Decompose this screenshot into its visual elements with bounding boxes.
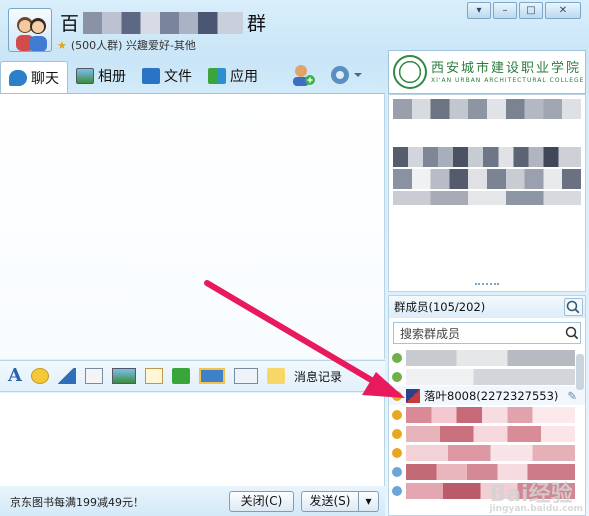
font-icon[interactable]: A — [8, 367, 22, 385]
members-header: 群成员(105/202) — [389, 296, 585, 318]
bottom-bar: 京东图书每满199减49元！ 关闭(C) 发送(S) ▾ — [0, 487, 385, 516]
tab-chat[interactable]: 聊天 — [0, 61, 68, 93]
close-button[interactable]: 关闭(C) — [229, 491, 294, 512]
member-role-icon — [392, 466, 402, 477]
members-count: 群成员(105/202) — [394, 300, 486, 314]
music-icon[interactable] — [171, 368, 190, 384]
member-star-icon — [392, 390, 402, 401]
message-history-button[interactable]: 消息记录 — [294, 368, 342, 385]
member-search-field[interactable]: 搜索群成员 — [393, 322, 581, 344]
send-button[interactable]: 发送(S) — [301, 491, 359, 512]
resize-handle[interactable] — [475, 283, 499, 289]
tab-apps[interactable]: 应用 — [200, 61, 266, 91]
member-row[interactable] — [389, 367, 585, 386]
tab-label: 应用 — [230, 69, 258, 85]
pixelated-notice-text — [393, 169, 581, 189]
member-row[interactable] — [389, 348, 585, 367]
photo-album-icon — [76, 68, 94, 84]
send-options-dropdown[interactable]: ▾ — [359, 491, 379, 512]
member-role-icon — [392, 371, 402, 382]
chat-bubble-icon — [9, 69, 27, 86]
pixelated-member-name — [406, 406, 575, 423]
image-icon[interactable] — [111, 368, 136, 384]
logo-title: 西安城市建设职业学院 — [431, 60, 582, 76]
member-avatar — [406, 388, 420, 403]
qq-group-chat-window: 百群 ★(500人群) 兴趣爱好-其他 ▾ – □ ✕ 聊天 相册 文件 应用 — [0, 0, 589, 516]
chat-message-area[interactable] — [0, 93, 385, 359]
redacted-group-name — [83, 12, 244, 34]
member-search-toggle[interactable] — [564, 298, 583, 316]
doodle-icon[interactable] — [84, 368, 103, 384]
member-search-placeholder: 搜索群成员 — [400, 326, 461, 341]
minimize-button[interactable]: – — [493, 2, 517, 19]
search-icon — [565, 326, 579, 340]
member-row[interactable] — [389, 424, 585, 443]
group-logo-banner: 西安城市建设职业学院 XI'AN URBAN ARCHITECTURAL COL… — [388, 50, 586, 94]
group-title-prefix: 百 — [60, 13, 80, 35]
maximize-button[interactable]: □ — [519, 2, 543, 19]
calendar-icon[interactable] — [233, 368, 258, 384]
member-name: 落叶8008(2272327553) — [424, 388, 559, 403]
baidu-watermark: Bai经验 jingyan.baidu.com — [489, 476, 583, 514]
tab-label: 聊天 — [31, 70, 59, 87]
member-star-icon — [392, 409, 402, 420]
pixelated-member-name — [406, 425, 575, 442]
member-row[interactable] — [389, 443, 585, 462]
group-people-icon — [16, 17, 47, 51]
tab-label: 相册 — [98, 69, 126, 85]
college-seal-logo — [393, 55, 427, 89]
member-star-icon — [392, 428, 402, 439]
apps-grid-icon — [208, 68, 226, 84]
group-avatar[interactable] — [8, 8, 52, 52]
group-category: (500人群) 兴趣爱好-其他 — [70, 39, 196, 52]
pixelated-notice-text — [393, 191, 581, 205]
emoji-icon[interactable] — [30, 368, 49, 384]
watermark-url: jingyan.baidu.com — [489, 504, 583, 514]
header-tools — [290, 60, 362, 90]
group-subtitle: ★ (500人群) 兴趣爱好-其他 — [57, 37, 196, 53]
group-title-suffix: 群 — [247, 13, 267, 35]
logo-subtitle: XI'AN URBAN ARCHITECTURAL COLLEGE — [431, 76, 585, 84]
note-icon[interactable] — [144, 368, 163, 384]
star-icon: ★ — [57, 39, 67, 52]
tab-album[interactable]: 相册 — [68, 61, 134, 91]
message-input[interactable] — [0, 393, 385, 486]
pixelated-member-name — [406, 368, 575, 385]
pixelated-member-name — [406, 444, 575, 461]
message-history-icon[interactable] — [266, 368, 285, 384]
shake-window-icon[interactable] — [57, 368, 76, 384]
tab-files[interactable]: 文件 — [134, 61, 200, 91]
group-title: 百群 — [60, 9, 266, 36]
settings-gear-icon[interactable] — [328, 63, 362, 87]
folder-icon — [142, 68, 160, 84]
member-role-icon — [392, 352, 402, 363]
member-star-icon — [392, 447, 402, 458]
main-tabs: 聊天 相册 文件 应用 — [0, 60, 266, 93]
close-window-button[interactable]: ✕ — [545, 2, 581, 19]
member-role-icon — [392, 485, 402, 496]
window-controls: ▾ – □ ✕ — [467, 2, 581, 19]
group-notice-panel — [388, 94, 586, 292]
screenshot-icon[interactable] — [198, 368, 225, 384]
members-scrollbar[interactable] — [576, 354, 584, 390]
add-member-icon[interactable] — [290, 63, 316, 87]
tab-label: 文件 — [164, 69, 192, 85]
pixelated-notice-text — [393, 147, 581, 167]
input-toolbar: A 消息记录 — [0, 360, 385, 392]
member-row[interactable] — [389, 405, 585, 424]
pixelated-notice-text — [393, 99, 581, 119]
member-row-selected[interactable]: 落叶8008(2272327553) ✎ — [389, 386, 585, 405]
search-icon — [566, 300, 580, 314]
edit-icon[interactable]: ✎ — [567, 389, 577, 403]
pixelated-member-name — [406, 349, 575, 366]
ad-link[interactable]: 京东图书每满199减49元！ — [10, 494, 229, 510]
menu-dropdown-button[interactable]: ▾ — [467, 2, 491, 19]
